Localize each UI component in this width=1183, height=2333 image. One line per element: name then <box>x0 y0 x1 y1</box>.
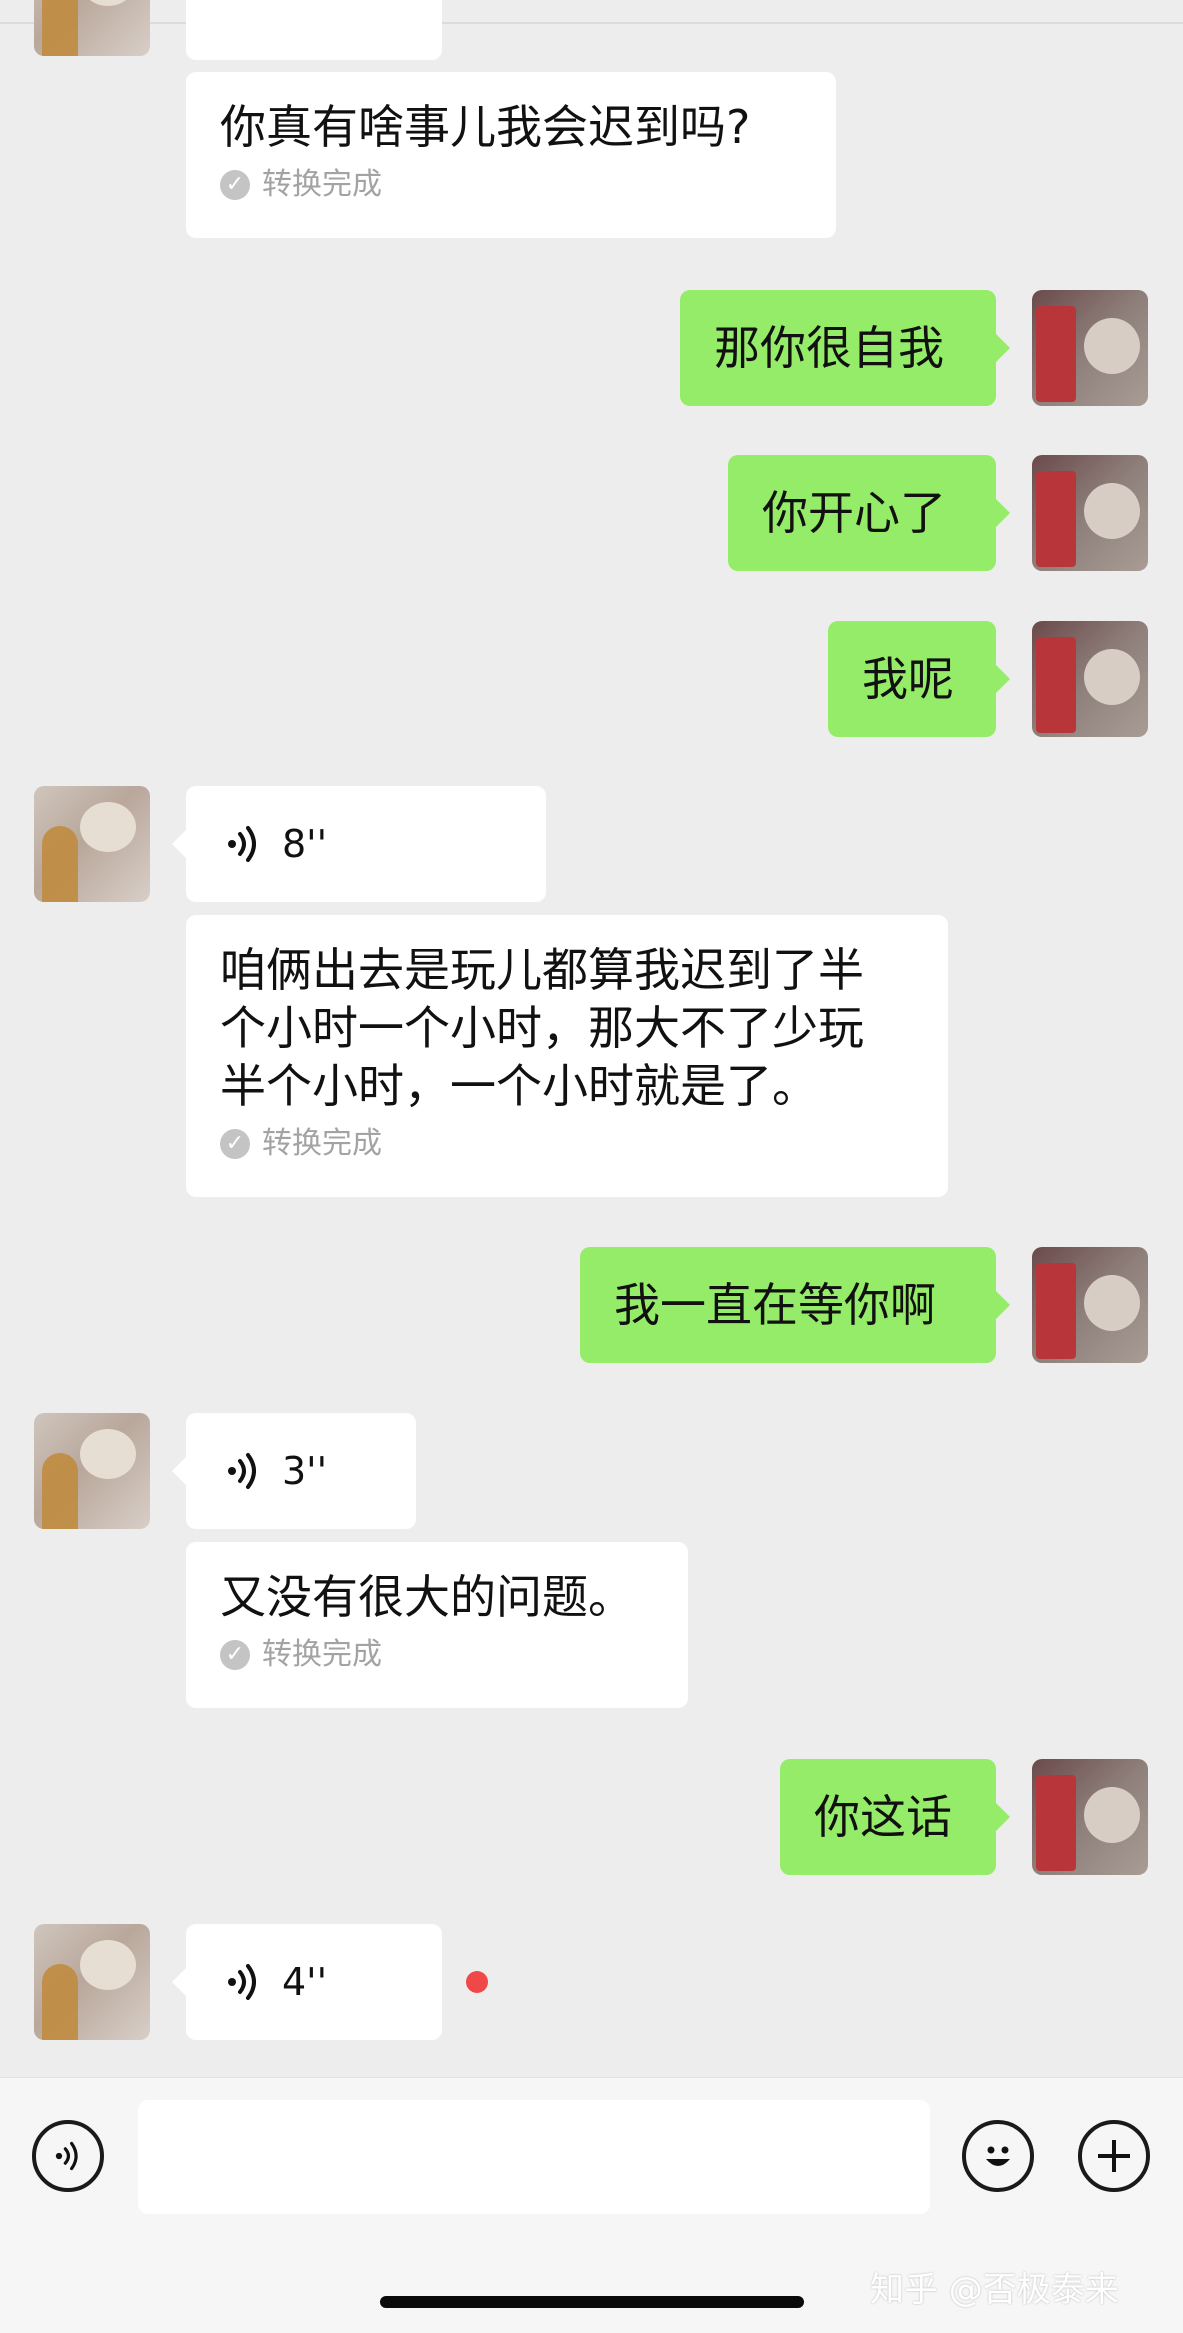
transcription-status: ✓ 转换完成 <box>220 168 802 202</box>
voice-input-button[interactable] <box>32 2120 104 2192</box>
voice-message-bubble[interactable]: 8'' <box>172 786 546 902</box>
message-text: 我呢 <box>862 652 954 706</box>
voice-icon <box>55 2141 78 2171</box>
bubble-tail <box>996 1803 1010 1831</box>
status-label: 转换完成 <box>262 1126 382 1161</box>
contact-avatar[interactable] <box>34 0 150 56</box>
self-avatar[interactable] <box>1032 1247 1148 1363</box>
check-icon: ✓ <box>220 1129 250 1159</box>
voice-wave-icon <box>228 1964 256 2000</box>
message-text: 那你很自我 <box>714 321 944 375</box>
received-transcribed-bubble[interactable]: 咱俩出去是玩儿都算我迟到了半 个小时一个小时，那大不了少玩 半个小时，一个小时就… <box>186 915 948 1197</box>
bubble-tail <box>996 334 1010 362</box>
received-transcribed-bubble[interactable]: 又没有很大的问题。 ✓ 转换完成 <box>186 1542 688 1708</box>
voice-duration: 3'' <box>282 1449 328 1493</box>
top-divider <box>0 22 1183 24</box>
watermark: 知乎 @否极泰来 <box>870 2270 1119 2310</box>
received-transcribed-bubble[interactable]: 你真有啥事儿我会迟到吗? ✓ 转换完成 <box>186 72 836 238</box>
emoji-icon <box>986 2146 1010 2166</box>
plus-icon <box>1098 2140 1130 2172</box>
voice-message-bubble[interactable]: 3'' <box>172 1413 416 1529</box>
message-text: 你开心了 <box>762 486 946 540</box>
bubble-tail <box>172 830 186 858</box>
voice-duration: 4'' <box>282 1960 328 2004</box>
sent-message-bubble[interactable]: 那你很自我 <box>680 290 1010 406</box>
sent-message-bubble[interactable]: 我一直在等你啊 <box>580 1247 1010 1363</box>
partial-bubble[interactable] <box>186 0 442 60</box>
check-icon: ✓ <box>220 1640 250 1670</box>
status-label: 转换完成 <box>262 167 382 202</box>
check-icon: ✓ <box>220 170 250 200</box>
message-text: 你真有啥事儿我会迟到吗? <box>220 100 751 154</box>
bubble-tail <box>996 499 1010 527</box>
message-text: 又没有很大的问题。 <box>220 1570 634 1624</box>
sent-message-bubble[interactable]: 我呢 <box>828 621 1010 737</box>
contact-avatar[interactable] <box>34 1413 150 1529</box>
voice-wave-icon <box>228 826 256 862</box>
plus-button[interactable] <box>1078 2120 1150 2192</box>
contact-avatar[interactable] <box>34 1924 150 2040</box>
bubble-tail <box>172 1968 186 1996</box>
sent-message-bubble[interactable]: 你这话 <box>780 1759 1010 1875</box>
emoji-button[interactable] <box>962 2120 1034 2192</box>
message-text: 你这话 <box>814 1790 952 1844</box>
transcription-status: ✓ 转换完成 <box>220 1638 654 1672</box>
voice-duration: 8'' <box>282 822 328 866</box>
bubble-tail <box>996 665 1010 693</box>
self-avatar[interactable] <box>1032 455 1148 571</box>
home-indicator[interactable] <box>380 2296 804 2308</box>
voice-wave-icon <box>228 1453 256 1489</box>
transcription-status: ✓ 转换完成 <box>220 1127 914 1161</box>
sent-message-bubble[interactable]: 你开心了 <box>728 455 1010 571</box>
bubble-tail <box>996 1291 1010 1319</box>
status-label: 转换完成 <box>262 1637 382 1672</box>
message-text: 咱俩出去是玩儿都算我迟到了半 个小时一个小时，那大不了少玩 半个小时，一个小时就… <box>220 943 864 1113</box>
bubble-tail <box>172 1457 186 1485</box>
contact-avatar[interactable] <box>34 786 150 902</box>
self-avatar[interactable] <box>1032 290 1148 406</box>
message-input[interactable] <box>138 2100 930 2214</box>
message-text: 我一直在等你啊 <box>614 1278 936 1332</box>
self-avatar[interactable] <box>1032 621 1148 737</box>
self-avatar[interactable] <box>1032 1759 1148 1875</box>
unread-dot <box>466 1971 488 1993</box>
voice-message-bubble[interactable]: 4'' <box>172 1924 442 2040</box>
